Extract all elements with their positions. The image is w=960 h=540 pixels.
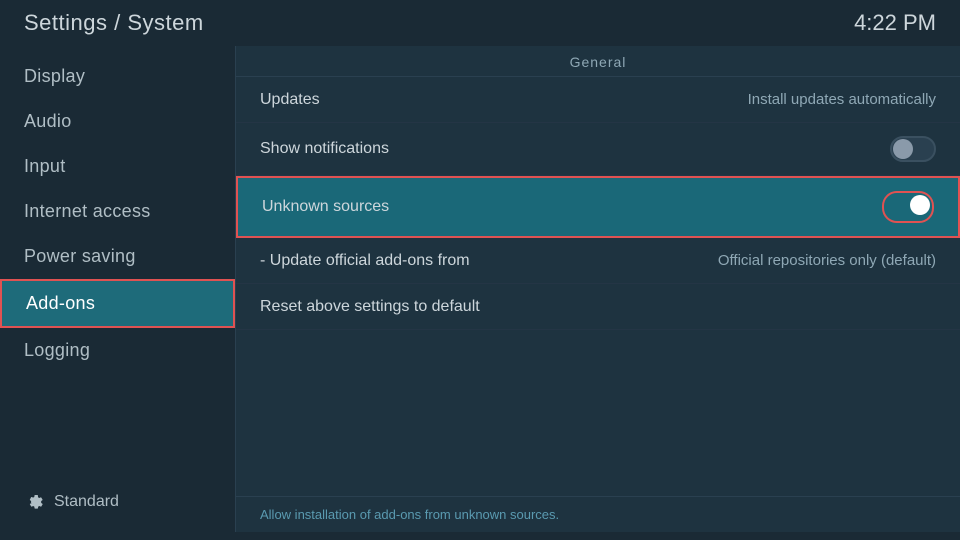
setting-row-show-notifications[interactable]: Show notifications [236,123,960,176]
setting-value-update-addons: Official repositories only (default) [718,252,936,269]
sidebar-item-audio[interactable]: Audio [0,99,235,144]
footer-text: Allow installation of add-ons from unkno… [260,507,559,522]
setting-row-reset[interactable]: Reset above settings to default [236,284,960,330]
setting-row-unknown-sources[interactable]: Unknown sources [236,176,960,238]
sidebar-items: Display Audio Input Internet access Powe… [0,54,235,373]
toggle-unknown-sources[interactable] [885,194,931,220]
header: Settings / System 4:22 PM [0,0,960,46]
sidebar-item-display[interactable]: Display [0,54,235,99]
toggle-unknown-sources-wrapper [882,191,934,223]
settings-list: Updates Install updates automatically Sh… [236,77,960,496]
layout: Display Audio Input Internet access Powe… [0,46,960,532]
setting-name-reset: Reset above settings to default [260,298,480,316]
setting-name-show-notifications: Show notifications [260,140,389,158]
section-label: General [236,46,960,76]
toggle-knob-unknown-sources [910,195,930,215]
sidebar-footer[interactable]: Standard [0,480,235,524]
setting-value-updates: Install updates automatically [748,91,936,108]
page-title: Settings / System [24,10,204,36]
profile-label: Standard [54,493,119,511]
setting-row-update-addons[interactable]: - Update official add-ons from Official … [236,238,960,284]
setting-name-update-addons: - Update official add-ons from [260,252,470,270]
sidebar-item-add-ons[interactable]: Add-ons [0,279,235,328]
toggle-knob-show-notifications [893,139,913,159]
sidebar-item-input[interactable]: Input [0,144,235,189]
footer-bar: Allow installation of add-ons from unkno… [236,496,960,532]
setting-name-unknown-sources: Unknown sources [262,198,389,216]
sidebar: Display Audio Input Internet access Powe… [0,46,235,532]
clock: 4:22 PM [854,10,936,36]
main-content: General Updates Install updates automati… [235,46,960,532]
sidebar-item-internet-access[interactable]: Internet access [0,189,235,234]
gear-icon [24,492,44,512]
setting-name-updates: Updates [260,91,320,109]
toggle-show-notifications[interactable] [890,136,936,162]
sidebar-item-logging[interactable]: Logging [0,328,235,373]
sidebar-item-power-saving[interactable]: Power saving [0,234,235,279]
setting-row-updates[interactable]: Updates Install updates automatically [236,77,960,123]
